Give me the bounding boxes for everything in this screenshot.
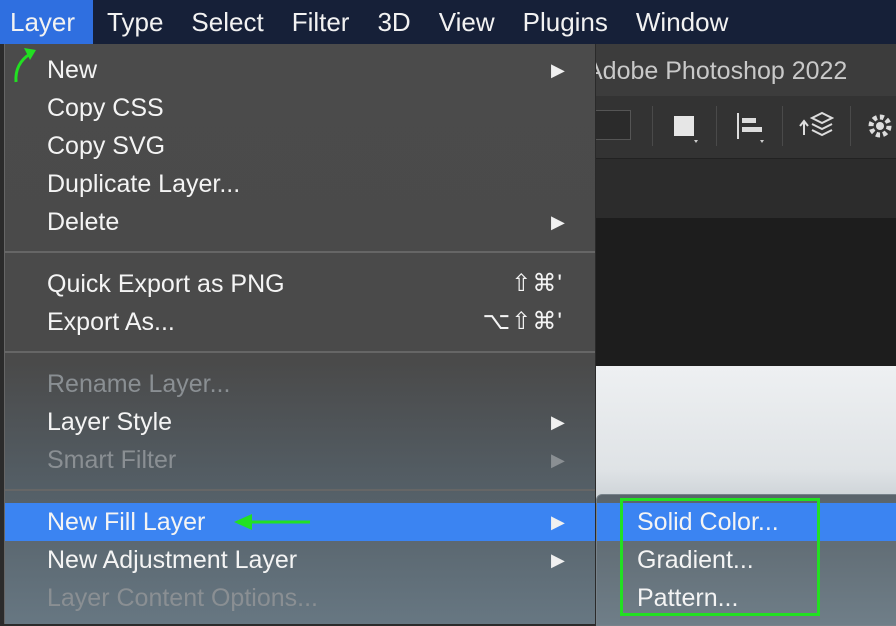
annotation-overlay — [14, 48, 310, 530]
annotation-curved-arrow-icon — [14, 48, 36, 83]
annotation-arrow-icon — [234, 514, 310, 530]
